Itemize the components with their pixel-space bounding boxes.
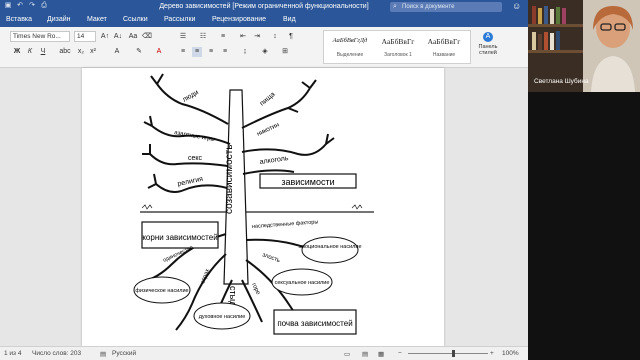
oval-sexual-label: сексуальное насилие [275, 280, 330, 286]
proofing-icon[interactable]: ▤ [100, 350, 106, 358]
root-label-heredity: наследственные факторы [252, 219, 319, 230]
document-page[interactable]: созависимость стыд люди пища азартные иг… [82, 68, 444, 346]
subscript-button[interactable]: x₂ [76, 47, 86, 57]
grass-tufts [141, 204, 363, 210]
styles-pane-label: Панель стилей [478, 44, 498, 56]
word-count[interactable]: Число слов: 203 [32, 350, 81, 357]
increase-indent-icon[interactable]: ⇥ [252, 32, 262, 42]
tab-review[interactable]: Рецензирование [212, 16, 266, 23]
box-roots-label: корни зависимостей [142, 233, 217, 242]
trunk-label: созависимость [224, 145, 235, 214]
participant-avatar [583, 0, 640, 92]
participant-name: Светлана Шубина [534, 78, 589, 85]
italic-button[interactable]: К [25, 47, 35, 57]
zoom-slider-track[interactable] [408, 353, 488, 354]
page-count[interactable]: 1 из 4 [4, 350, 21, 357]
zoom-slider-handle[interactable] [452, 350, 455, 357]
tab-references[interactable]: Ссылки [123, 16, 148, 23]
branch-label-people: люди [182, 89, 200, 104]
feedback-smiley-icon[interactable]: ☺ [512, 1, 521, 11]
tab-mailings[interactable]: Рассылки [164, 16, 195, 23]
style-sample: АаБбВвГг [381, 37, 415, 46]
bold-button[interactable]: Ж [12, 47, 22, 57]
print-layout-icon[interactable]: ▤ [362, 350, 368, 358]
box-soil-label: почва зависимостей [277, 319, 352, 328]
zoom-in-icon[interactable]: + [490, 350, 494, 357]
book [550, 9, 554, 24]
underline-button[interactable]: Ч [38, 47, 48, 57]
book [532, 32, 536, 50]
ribbon-tabs: Вставка Дизайн Макет Ссылки Рассылки Рец… [0, 14, 528, 27]
status-bar: 1 из 4 Число слов: 203 ▤ Русский ▭ ▤ ▦ −… [0, 346, 528, 360]
box-addictions-label: зависимости [281, 177, 334, 187]
style-sample: АаБбВвГгДд [332, 37, 368, 44]
oval-physical-label: физическое насилие [135, 288, 188, 294]
book [556, 7, 560, 24]
word-window: ▣ ↶ ↷ ⎙ Дерево зависимостей [Режим огран… [0, 0, 528, 360]
strikethrough-button[interactable]: abc [58, 47, 72, 57]
decrease-indent-icon[interactable]: ⇤ [238, 32, 248, 42]
title-bar: ▣ ↶ ↷ ⎙ Дерево зависимостей [Режим огран… [0, 0, 528, 14]
search-placeholder: Поиск в документе [402, 4, 455, 10]
book [538, 8, 542, 24]
pilcrow-icon[interactable]: ¶ [286, 32, 296, 42]
search-box[interactable]: ⌕ Поиск в документе [390, 2, 502, 12]
tab-layout[interactable]: Макет [87, 16, 107, 23]
grow-font-icon[interactable]: A↑ [100, 32, 110, 42]
styles-pane-icon: A [483, 32, 493, 42]
font-name-select[interactable]: Times New Ro... [10, 31, 70, 42]
webcam-video: Светлана Шубина [528, 0, 640, 92]
document-canvas[interactable]: созависимость стыд люди пища азартные иг… [0, 68, 528, 346]
style-sample: АаБбВвГг [427, 37, 461, 46]
branch-label-food: пища [259, 91, 277, 108]
superscript-button[interactable]: x² [88, 47, 98, 57]
zoom-out-icon[interactable]: − [398, 350, 402, 357]
search-icon: ⌕ [393, 3, 397, 10]
book [538, 34, 542, 50]
bookshelf [528, 50, 588, 53]
multilevel-list-icon[interactable]: ≡ [218, 32, 228, 42]
tab-view[interactable]: Вид [283, 16, 296, 23]
bookshelf [528, 24, 588, 27]
clear-format-icon[interactable]: ⌫ [142, 32, 152, 42]
branch-label-nicotine: никотин [256, 121, 281, 138]
oval-spiritual-label: духовное насилие [199, 314, 246, 320]
change-case-icon[interactable]: Aa [128, 32, 138, 42]
style-name: Название [432, 52, 456, 58]
sort-icon[interactable]: ↕ [270, 32, 280, 42]
styles-pane-button[interactable]: A Панель стилей [475, 32, 501, 64]
book [544, 32, 548, 50]
book [532, 6, 536, 24]
language[interactable]: Русский [112, 350, 136, 357]
book [550, 33, 554, 50]
root-label-anger: злость [261, 252, 280, 264]
bullets-icon[interactable]: ☰ [178, 32, 188, 42]
font-size-select[interactable]: 14 [74, 31, 96, 42]
shrink-font-icon[interactable]: A↓ [113, 32, 123, 42]
tab-design[interactable]: Дизайн [47, 16, 71, 23]
oval-emotional-label: эмоциональное насилие [298, 244, 361, 250]
root-label-grief: горе [250, 282, 261, 296]
oval-emotional [301, 236, 359, 264]
branch-label-gambling: азартные игры [174, 130, 216, 143]
branch-label-sex: секс [188, 155, 203, 162]
addiction-tree-figure: созависимость стыд люди пища азартные иг… [133, 73, 374, 335]
tab-insert[interactable]: Вставка [6, 16, 32, 23]
book [544, 6, 548, 24]
video-panel-background [528, 92, 640, 360]
zoom-level[interactable]: 100% [502, 350, 519, 357]
read-mode-icon[interactable]: ▭ [344, 350, 350, 358]
numbering-icon[interactable]: ☷ [198, 32, 208, 42]
root-label-fear: страх [200, 268, 211, 285]
web-layout-icon[interactable]: ▦ [378, 350, 384, 358]
style-title[interactable]: АаБбВвГг Название [422, 31, 466, 63]
branch-label-alcohol: алкоголь [259, 155, 289, 166]
book [556, 31, 560, 50]
book [562, 8, 566, 24]
